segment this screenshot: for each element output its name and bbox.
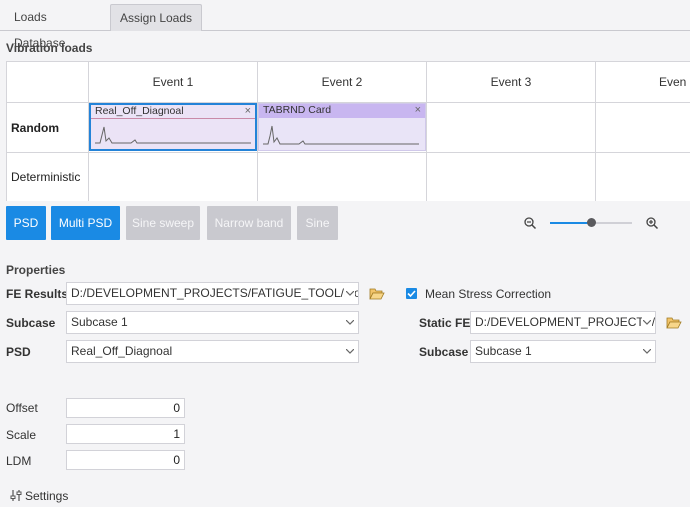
load-card-real-off-diagnoal[interactable]: Real_Off_Diagnoal ×: [89, 103, 257, 151]
close-icon[interactable]: ×: [415, 104, 421, 117]
scale-input[interactable]: 1: [66, 424, 185, 444]
subcase-select[interactable]: Subcase 1: [66, 311, 359, 334]
event-header-3: Event 3: [427, 62, 596, 103]
psd-value: Real_Off_Diagnoal: [71, 344, 173, 358]
chevron-down-icon: [345, 283, 355, 304]
cell-deterministic-event-2[interactable]: [258, 153, 427, 201]
folder-open-icon[interactable]: [666, 316, 682, 330]
zoom-slider[interactable]: [550, 218, 632, 227]
chevron-down-icon: [642, 341, 652, 362]
folder-open-icon[interactable]: [369, 287, 385, 301]
vibration-loads-title: Vibration loads: [6, 41, 93, 55]
vibration-grid: Event 1 Event 2 Event 3 Even Random Real…: [6, 61, 690, 201]
mean-stress-checkbox[interactable]: [406, 288, 417, 299]
psd-button[interactable]: PSD: [6, 206, 46, 240]
event-header-4: Even: [596, 62, 690, 103]
psd-sparkline-icon: [95, 126, 251, 144]
settings-sliders-icon[interactable]: [10, 489, 23, 502]
zoom-out-icon[interactable]: [523, 216, 537, 230]
cell-random-event-4[interactable]: [596, 103, 690, 153]
cell-deterministic-event-4[interactable]: [596, 153, 690, 201]
offset-input[interactable]: 0: [66, 398, 185, 418]
properties-title: Properties: [6, 263, 66, 277]
psd-select[interactable]: Real_Off_Diagnoal: [66, 340, 359, 363]
fe-results-value: D:/DEVELOPMENT_PROJECTS/FATIGUE_TOOL/Mod…: [71, 286, 359, 300]
zoom-in-icon[interactable]: [645, 216, 659, 230]
check-icon: [407, 290, 416, 298]
mean-stress-label: Mean Stress Correction: [425, 287, 552, 301]
settings-link[interactable]: Settings: [25, 489, 68, 503]
load-card-tabrnd-card[interactable]: TABRND Card ×: [258, 103, 426, 151]
static-fe-select[interactable]: D:/DEVELOPMENT_PROJECTS/: [470, 311, 656, 334]
static-fe-label: Static FE: [419, 316, 471, 330]
sine-button[interactable]: Sine: [297, 206, 338, 240]
ldm-input[interactable]: 0: [66, 450, 185, 470]
sine-sweep-button[interactable]: Sine sweep: [126, 206, 200, 240]
psd-label: PSD: [6, 345, 31, 359]
static-subcase-label: Subcase: [419, 345, 469, 359]
chevron-down-icon: [642, 312, 652, 333]
offset-label: Offset: [6, 401, 38, 415]
fe-results-label: FE Results: [6, 287, 69, 301]
subcase-label: Subcase: [6, 316, 56, 330]
cell-random-event-1[interactable]: Real_Off_Diagnoal ×: [89, 103, 258, 153]
scale-label: Scale: [6, 428, 37, 442]
event-header-2: Event 2: [258, 62, 427, 103]
row-label-deterministic: Deterministic: [7, 153, 89, 201]
grid-corner: [7, 62, 89, 103]
chevron-down-icon: [345, 341, 355, 362]
static-subcase-select[interactable]: Subcase 1: [470, 340, 656, 363]
cell-deterministic-event-1[interactable]: [89, 153, 258, 201]
tab-assign-loads[interactable]: Assign Loads: [110, 4, 202, 31]
row-label-random: Random: [7, 103, 89, 153]
multi-psd-button[interactable]: Multi PSD: [51, 206, 120, 240]
ldm-label: LDM: [6, 454, 32, 468]
narrow-band-button[interactable]: Narrow band: [207, 206, 291, 240]
zoom-slider-fill: [550, 222, 591, 224]
close-icon[interactable]: ×: [245, 105, 251, 118]
event-header-1: Event 1: [89, 62, 258, 103]
tab-loads-database[interactable]: Loads Database: [6, 4, 106, 50]
cell-random-event-3[interactable]: [427, 103, 596, 153]
static-fe-value: D:/DEVELOPMENT_PROJECTS/: [475, 315, 656, 329]
fe-results-select[interactable]: D:/DEVELOPMENT_PROJECTS/FATIGUE_TOOL/Mod…: [66, 282, 359, 305]
tab-bar: Loads Database Assign Loads: [0, 0, 690, 50]
zoom-slider-thumb[interactable]: [586, 218, 596, 227]
cell-random-event-2[interactable]: TABRND Card ×: [258, 103, 427, 153]
psd-sparkline-icon: [263, 125, 419, 145]
load-card-title: TABRND Card: [263, 104, 332, 116]
subcase-value: Subcase 1: [71, 315, 128, 329]
static-subcase-value: Subcase 1: [475, 344, 532, 358]
cell-deterministic-event-3[interactable]: [427, 153, 596, 201]
load-card-title: Real_Off_Diagnoal: [95, 105, 184, 117]
chevron-down-icon: [345, 312, 355, 333]
